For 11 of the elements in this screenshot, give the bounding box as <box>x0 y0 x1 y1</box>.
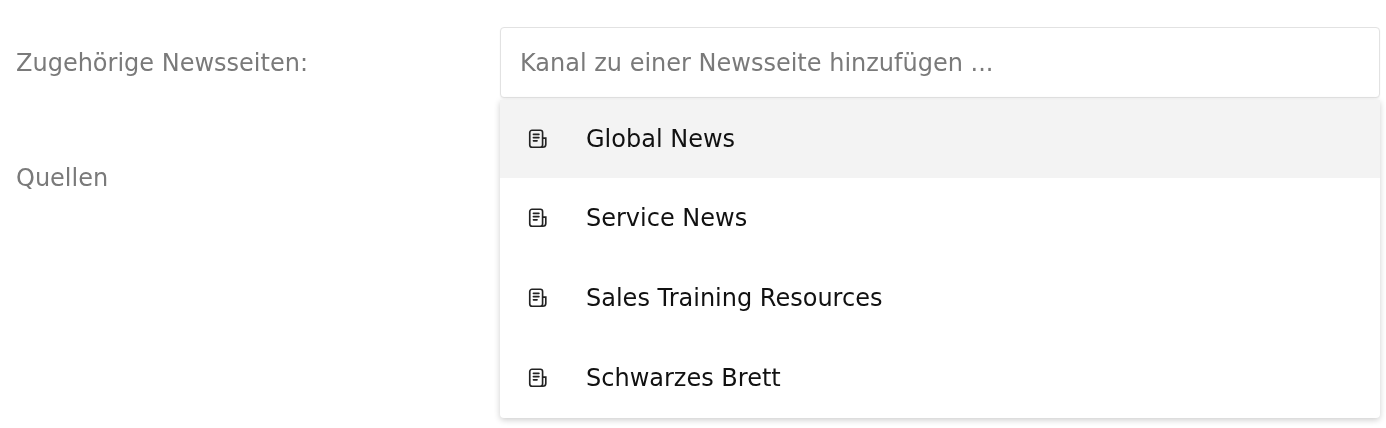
newspaper-icon <box>527 128 549 150</box>
news-search-field[interactable]: Kanal zu einer Newsseite hinzufügen ... <box>500 27 1380 98</box>
dropdown-item[interactable]: Schwarzes Brett <box>500 338 1380 418</box>
newspaper-icon <box>527 367 549 389</box>
dropdown-item[interactable]: Sales Training Resources <box>500 258 1380 338</box>
dropdown-item[interactable]: Service News <box>500 178 1380 258</box>
field-label: Zugehörige Newsseiten: <box>16 48 308 78</box>
newspaper-icon <box>527 287 549 309</box>
dropdown-item[interactable]: Global News <box>500 100 1380 178</box>
newspaper-icon <box>527 207 549 229</box>
field-label: Quellen <box>16 163 109 193</box>
